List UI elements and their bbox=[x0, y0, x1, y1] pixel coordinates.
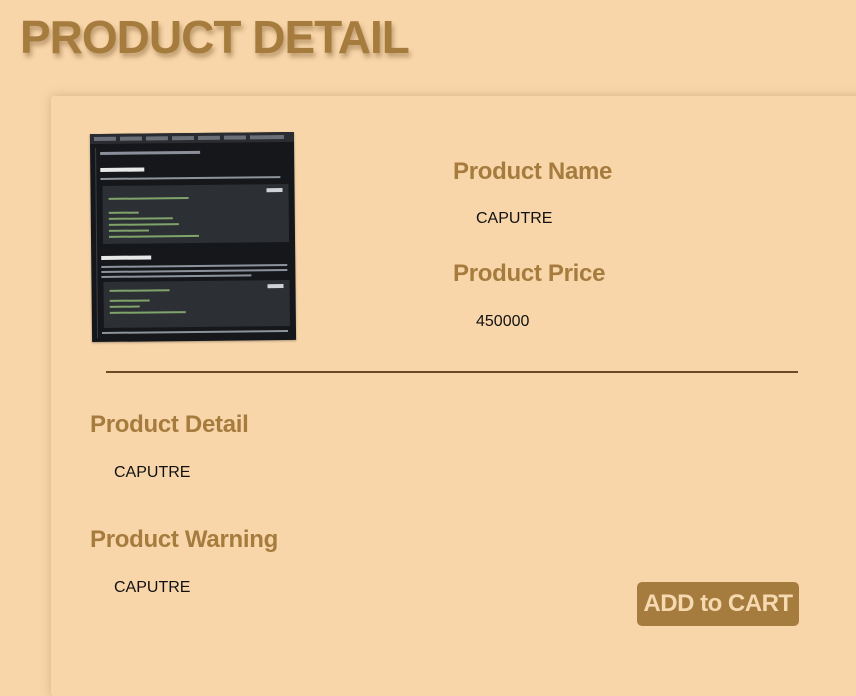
image-tabbar bbox=[89, 131, 295, 145]
product-price-value: 450000 bbox=[476, 313, 530, 330]
product-warning-value: CAPUTRE bbox=[114, 579, 191, 596]
product-name-label: Product Name bbox=[453, 158, 613, 185]
section-divider bbox=[106, 371, 798, 373]
product-image bbox=[89, 131, 297, 343]
product-name-value: CAPUTRE bbox=[476, 210, 553, 227]
product-detail-value: CAPUTRE bbox=[114, 464, 191, 481]
page-title: PRODUCT DETAIL bbox=[20, 11, 410, 63]
product-detail-label: Product Detail bbox=[90, 411, 249, 438]
add-to-cart-button[interactable]: ADD to CART bbox=[637, 582, 799, 626]
product-card: Product Name CAPUTRE Product Price 45000… bbox=[51, 96, 856, 696]
product-price-label: Product Price bbox=[453, 260, 606, 287]
product-warning-label: Product Warning bbox=[90, 526, 278, 553]
